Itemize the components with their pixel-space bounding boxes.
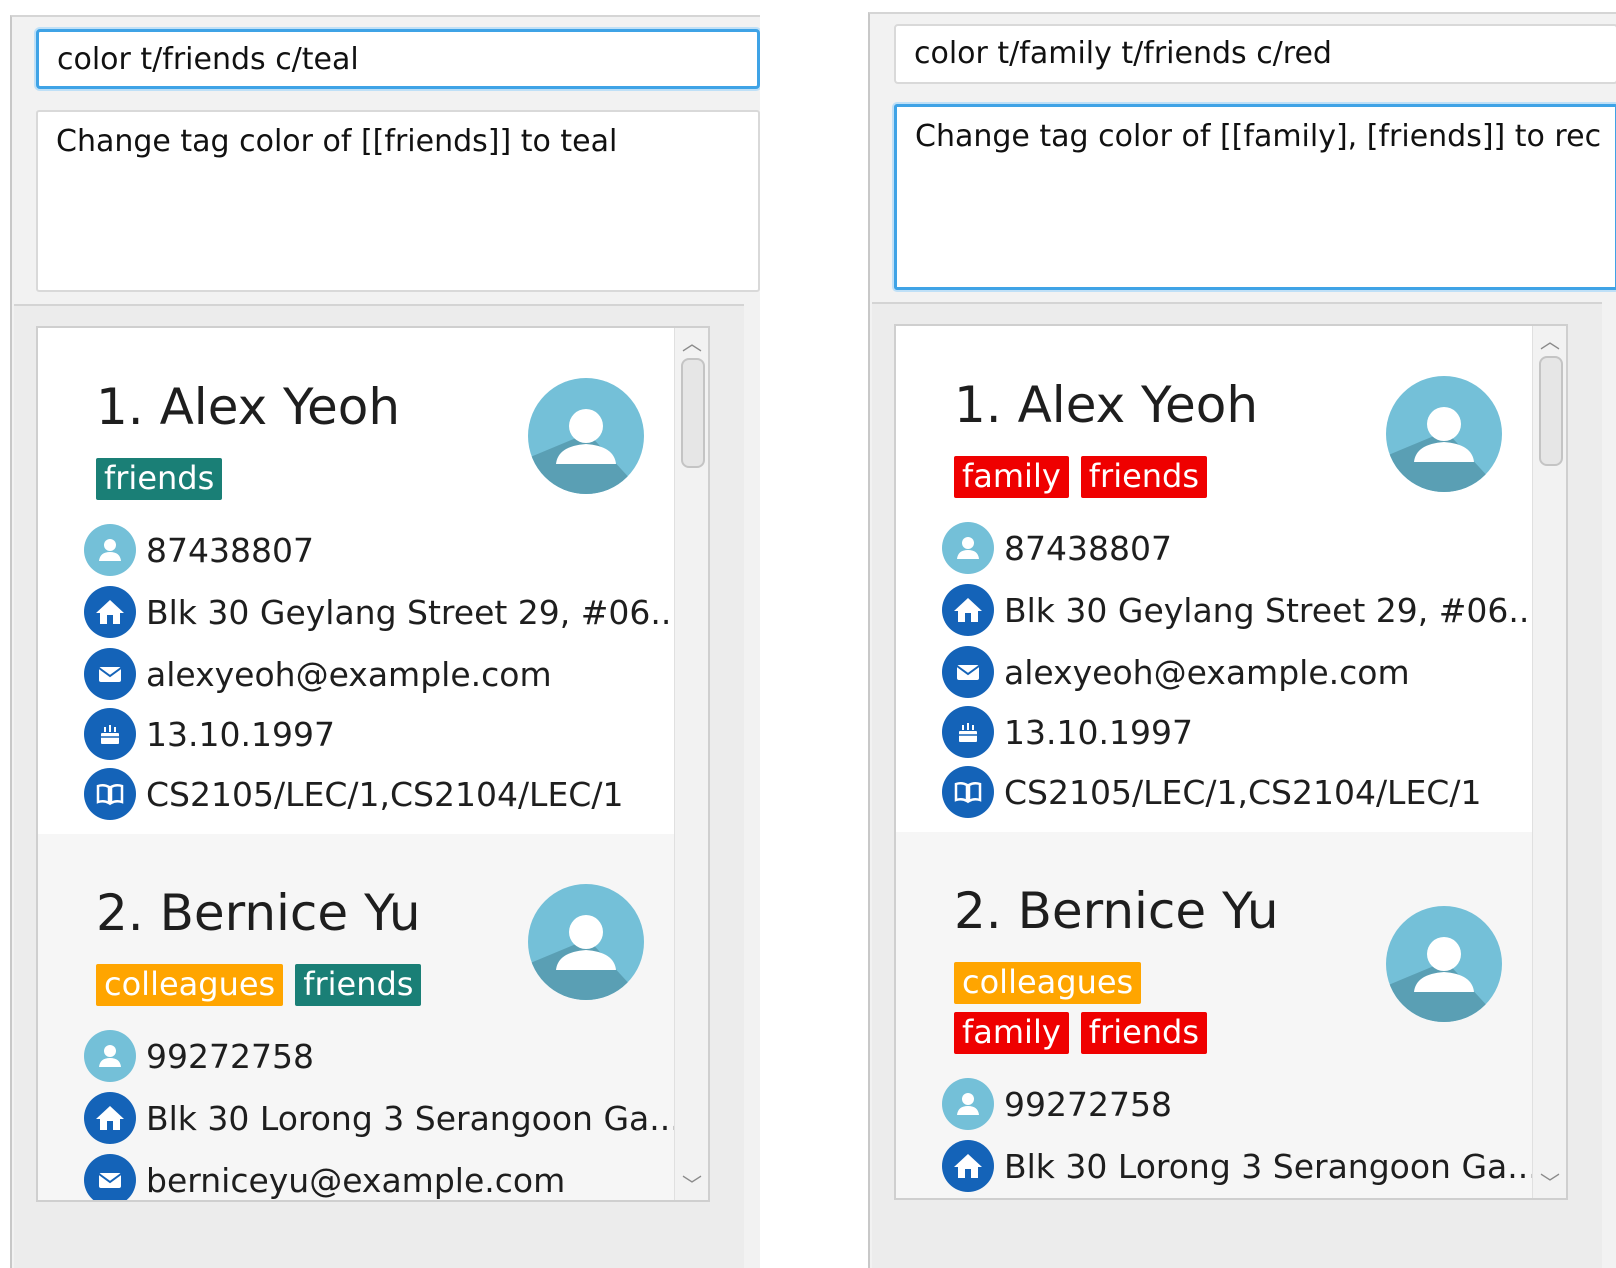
scroll-thumb[interactable] [681, 358, 705, 468]
phone-text: 87438807 [146, 530, 314, 570]
email-text: alexyeoh@example.com [146, 654, 552, 694]
result-display: Change tag color of [[family], [friends]… [894, 104, 1616, 290]
command-input[interactable]: color t/friends c/teal [36, 29, 760, 89]
address-row: Blk 30 Geylang Street 29, #06... [84, 584, 682, 640]
person-icon [84, 1030, 136, 1082]
mail-icon [942, 646, 994, 698]
phone-row: 99272758 [84, 1028, 314, 1084]
address-row: Blk 30 Geylang Street 29, #06... [942, 582, 1540, 638]
email-text: berniceyu@example.com [146, 1160, 566, 1200]
tag: friends [1080, 1012, 1208, 1054]
tag-list: colleagues friends [96, 964, 496, 1006]
tag-list: colleagues family friends [954, 962, 1264, 1054]
email-row: alexyeoh@example.com [84, 646, 552, 702]
address-text: Blk 30 Geylang Street 29, #06... [146, 592, 682, 632]
result-display: Change tag color of [[friends]] to teal [36, 110, 760, 292]
email-row: alexyeoh@example.com [942, 644, 1410, 700]
address-text: Blk 30 Geylang Street 29, #06... [1004, 590, 1540, 630]
phone-row: 87438807 [84, 522, 314, 578]
person-card[interactable]: 2. Bernice Yu colleagues friends 9927275… [38, 834, 698, 1200]
avatar-icon [1386, 376, 1502, 492]
avatar-icon [528, 378, 644, 494]
birthday-row: 13.10.1997 [84, 706, 335, 762]
left-window: color t/friends c/teal Change tag color … [10, 15, 760, 1268]
address-row: Blk 30 Lorong 3 Serangoon Ga... [84, 1090, 681, 1146]
phone-row: 87438807 [942, 520, 1172, 576]
scroll-thumb[interactable] [1539, 356, 1563, 466]
tag-list: family friends [954, 456, 1354, 498]
scroll-down-icon[interactable]: ﹀ [1533, 1168, 1566, 1198]
address-row: Blk 30 Lorong 3 Serangoon Ga... [942, 1138, 1539, 1194]
scrollbar[interactable]: ︿ ﹀ [1532, 326, 1566, 1198]
address-text: Blk 30 Lorong 3 Serangoon Ga... [1004, 1146, 1539, 1186]
cake-icon [942, 706, 994, 758]
person-card[interactable]: 2. Bernice Yu colleagues family friends … [896, 832, 1556, 1198]
email-row: berniceyu@example.com [84, 1152, 566, 1200]
modules-text: CS2105/LEC/1,CS2104/LEC/1 [1004, 772, 1482, 812]
phone-row: 99272758 [942, 1076, 1172, 1132]
tag: colleagues [954, 962, 1142, 1004]
avatar-icon [1386, 906, 1502, 1022]
person-name: 2. Bernice Yu [96, 884, 421, 942]
person-name: 1. Alex Yeoh [954, 376, 1259, 434]
tag-list: friends [96, 458, 496, 500]
book-icon [942, 766, 994, 818]
mail-icon [84, 648, 136, 700]
birthday-text: 13.10.1997 [1004, 712, 1193, 752]
person-icon [942, 522, 994, 574]
avatar-icon [528, 884, 644, 1000]
modules-row: CS2105/LEC/1,CS2104/LEC/1 [84, 766, 623, 822]
cake-icon [84, 708, 136, 760]
person-list-panel: 1. Alex Yeoh friends 87438807 Blk 30 Gey… [14, 304, 744, 1268]
right-window: color t/family t/friends c/red Change ta… [868, 12, 1616, 1268]
tag: family [954, 456, 1069, 498]
person-list[interactable]: 1. Alex Yeoh family friends 87438807 Blk… [894, 324, 1568, 1200]
birthday-text: 13.10.1997 [146, 714, 335, 754]
person-icon [84, 524, 136, 576]
book-icon [84, 768, 136, 820]
phone-text: 99272758 [146, 1036, 314, 1076]
tag: friends [1080, 456, 1208, 498]
phone-text: 99272758 [1004, 1084, 1172, 1124]
tag: friends [295, 964, 422, 1006]
person-icon [942, 1078, 994, 1130]
person-card[interactable]: 1. Alex Yeoh family friends 87438807 Blk… [896, 326, 1556, 832]
home-icon [942, 584, 994, 636]
phone-text: 87438807 [1004, 528, 1172, 568]
email-text: alexyeoh@example.com [1004, 652, 1410, 692]
tag: colleagues [96, 964, 284, 1006]
scroll-down-icon[interactable]: ﹀ [675, 1170, 708, 1200]
birthday-row: 13.10.1997 [942, 704, 1193, 760]
person-card[interactable]: 1. Alex Yeoh friends 87438807 Blk 30 Gey… [38, 328, 698, 834]
person-list-panel: 1. Alex Yeoh family friends 87438807 Blk… [872, 302, 1602, 1268]
scrollbar[interactable]: ︿ ﹀ [674, 328, 708, 1200]
modules-text: CS2105/LEC/1,CS2104/LEC/1 [146, 774, 624, 814]
tag: friends [96, 458, 223, 500]
address-text: Blk 30 Lorong 3 Serangoon Ga... [146, 1098, 681, 1138]
person-name: 2. Bernice Yu [954, 882, 1279, 940]
person-name: 1. Alex Yeoh [96, 378, 401, 436]
home-icon [84, 1092, 136, 1144]
mail-icon [84, 1154, 136, 1200]
home-icon [942, 1140, 994, 1192]
modules-row: CS2105/LEC/1,CS2104/LEC/1 [942, 764, 1481, 820]
tag: family [954, 1012, 1069, 1054]
person-list[interactable]: 1. Alex Yeoh friends 87438807 Blk 30 Gey… [36, 326, 710, 1202]
scroll-up-icon[interactable]: ︿ [675, 328, 708, 358]
home-icon [84, 586, 136, 638]
command-input[interactable]: color t/family t/friends c/red [894, 24, 1616, 84]
scroll-up-icon[interactable]: ︿ [1533, 326, 1566, 356]
